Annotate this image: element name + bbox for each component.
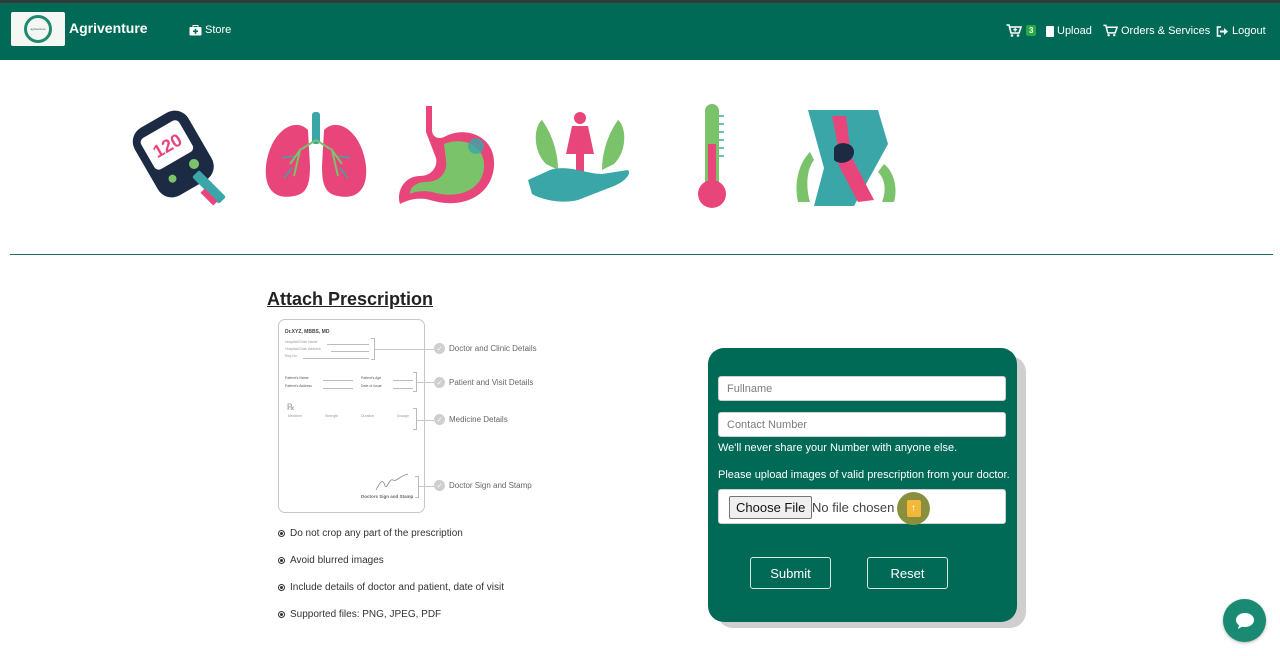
tip-item: Avoid blurred images — [278, 547, 504, 574]
bullet-icon — [278, 611, 285, 618]
bullet-icon — [278, 557, 285, 564]
callout-line — [419, 486, 434, 487]
tip-text: Include details of doctor and patient, d… — [290, 582, 505, 593]
file-input[interactable]: Choose File No file chosen ↑ — [718, 489, 1006, 525]
check-circle-icon: ✓ — [434, 480, 445, 491]
rx-symbol: ℞ — [287, 402, 296, 412]
rx-med-col: Strength — [325, 414, 339, 418]
callout-line — [375, 349, 434, 350]
submit-button[interactable]: Submit — [750, 557, 831, 589]
store-icon — [189, 24, 202, 35]
callout-patient-visit: ✓ Patient and Visit Details — [434, 377, 533, 388]
nav-orders-link[interactable]: Orders & Services — [1103, 24, 1210, 37]
callout-line — [417, 420, 434, 421]
tip-text: Do not crop any part of the prescription — [290, 528, 463, 539]
bullet-icon — [278, 530, 285, 537]
navbar: agriventure Agriventure Store 3 Upload O… — [0, 3, 1280, 60]
knee-joint-icon[interactable] — [794, 108, 898, 208]
rx-bracket — [413, 408, 417, 430]
rx-clinic-name: Hospital/Clinic Name — [285, 340, 318, 344]
callout-label: Doctor Sign and Stamp — [449, 481, 532, 490]
nav-logout-link[interactable]: Logout — [1216, 25, 1266, 37]
shopping-cart-icon — [1103, 24, 1118, 37]
rx-line — [303, 358, 369, 359]
nav-upload-link[interactable]: Upload — [1046, 25, 1092, 37]
thermometer-icon[interactable] — [694, 104, 730, 210]
page-title: Attach Prescription — [267, 289, 434, 309]
callout-line — [417, 382, 434, 383]
brand-name[interactable]: Agriventure — [69, 20, 148, 36]
callout-label: Medicine Details — [449, 415, 508, 424]
reset-button[interactable]: Reset — [867, 557, 948, 589]
rx-line — [323, 380, 353, 381]
check-circle-icon: ✓ — [434, 377, 445, 388]
rx-reg-no: Reg No — [285, 354, 297, 358]
callout-sign-stamp: ✓ Doctor Sign and Stamp — [434, 480, 532, 491]
rx-date-of-issue: Date of Issue — [361, 384, 382, 388]
nav-upload-label: Upload — [1057, 25, 1092, 37]
tip-item: Do not crop any part of the prescription — [278, 520, 504, 547]
cart-count-badge: 3 — [1026, 25, 1037, 36]
chat-button[interactable] — [1223, 599, 1266, 642]
rx-patient-name: Patient's Name — [285, 376, 309, 380]
upload-note: Please upload images of valid prescripti… — [718, 469, 1010, 481]
rx-line — [327, 344, 369, 345]
logout-icon — [1216, 25, 1228, 37]
callout-label: Patient and Visit Details — [449, 378, 534, 387]
nav-logout-label: Logout — [1232, 25, 1266, 37]
stomach-icon[interactable] — [396, 106, 500, 208]
rx-sign-label: Doctors Sign and Stamp — [361, 494, 414, 499]
rx-med-col: Duration — [361, 414, 375, 418]
nav-store-link[interactable]: Store — [189, 24, 231, 36]
check-circle-icon: ✓ — [434, 343, 445, 354]
rx-line — [393, 388, 413, 389]
document-icon — [1046, 25, 1054, 37]
fullname-input[interactable] — [718, 376, 1006, 401]
file-upload-arrow-icon: ↑ — [906, 500, 921, 517]
tip-text: Supported files: PNG, JPEG, PDF — [290, 609, 442, 620]
choose-file-button[interactable]: Choose File — [729, 496, 813, 519]
rx-clinic-address: Hospital/Clinic Address — [285, 347, 321, 351]
callout-medicine: ✓ Medicine Details — [434, 414, 508, 425]
rx-line — [393, 380, 413, 381]
cart-icon — [1006, 24, 1022, 37]
nav-store-label: Store — [205, 24, 232, 36]
rx-med-col: Medicine — [288, 414, 303, 418]
logo-ring-icon: agriventure — [24, 15, 52, 43]
lungs-icon[interactable] — [264, 108, 368, 202]
upload-file-icon[interactable]: ↑ — [897, 492, 930, 525]
section-divider — [10, 254, 1273, 255]
rx-bracket — [415, 476, 419, 498]
logo-text: agriventure — [30, 27, 46, 31]
rx-doctor-name: Dr.XYZ, MBBS, MD — [285, 329, 330, 335]
privacy-note: We'll never share your Number with anyon… — [718, 442, 958, 454]
nav-orders-label: Orders & Services — [1121, 24, 1211, 37]
bullet-icon — [278, 584, 285, 591]
callout-label: Doctor and Clinic Details — [449, 344, 537, 353]
rx-line — [331, 351, 369, 352]
nav-cart-link[interactable]: 3 — [1006, 24, 1037, 37]
womens-health-icon[interactable] — [528, 110, 632, 202]
health-categories-row: 120 — [0, 100, 1280, 215]
check-circle-icon: ✓ — [434, 414, 445, 425]
rx-line — [323, 388, 353, 389]
prescription-upload-form: We'll never share your Number with anyon… — [708, 348, 1017, 622]
contact-number-input[interactable] — [718, 412, 1006, 437]
brand-logo[interactable]: agriventure — [11, 12, 65, 46]
prescription-tips-list: Do not crop any part of the prescription… — [278, 520, 504, 628]
tip-item: Supported files: PNG, JPEG, PDF — [278, 601, 504, 628]
callout-doctor-clinic: ✓ Doctor and Clinic Details — [434, 343, 537, 354]
glucometer-icon[interactable]: 120 — [130, 108, 234, 206]
chat-bubble-icon — [1235, 612, 1254, 629]
rx-patient-age: Patient's Age — [361, 376, 382, 380]
no-file-chosen-text: No file chosen — [812, 500, 895, 515]
rx-med-col: Dosage — [397, 414, 410, 418]
rx-patient-address: Patient's Address — [285, 384, 312, 388]
signature-scribble — [375, 473, 409, 491]
tip-item: Include details of doctor and patient, d… — [278, 574, 504, 601]
tip-text: Avoid blurred images — [290, 555, 384, 566]
